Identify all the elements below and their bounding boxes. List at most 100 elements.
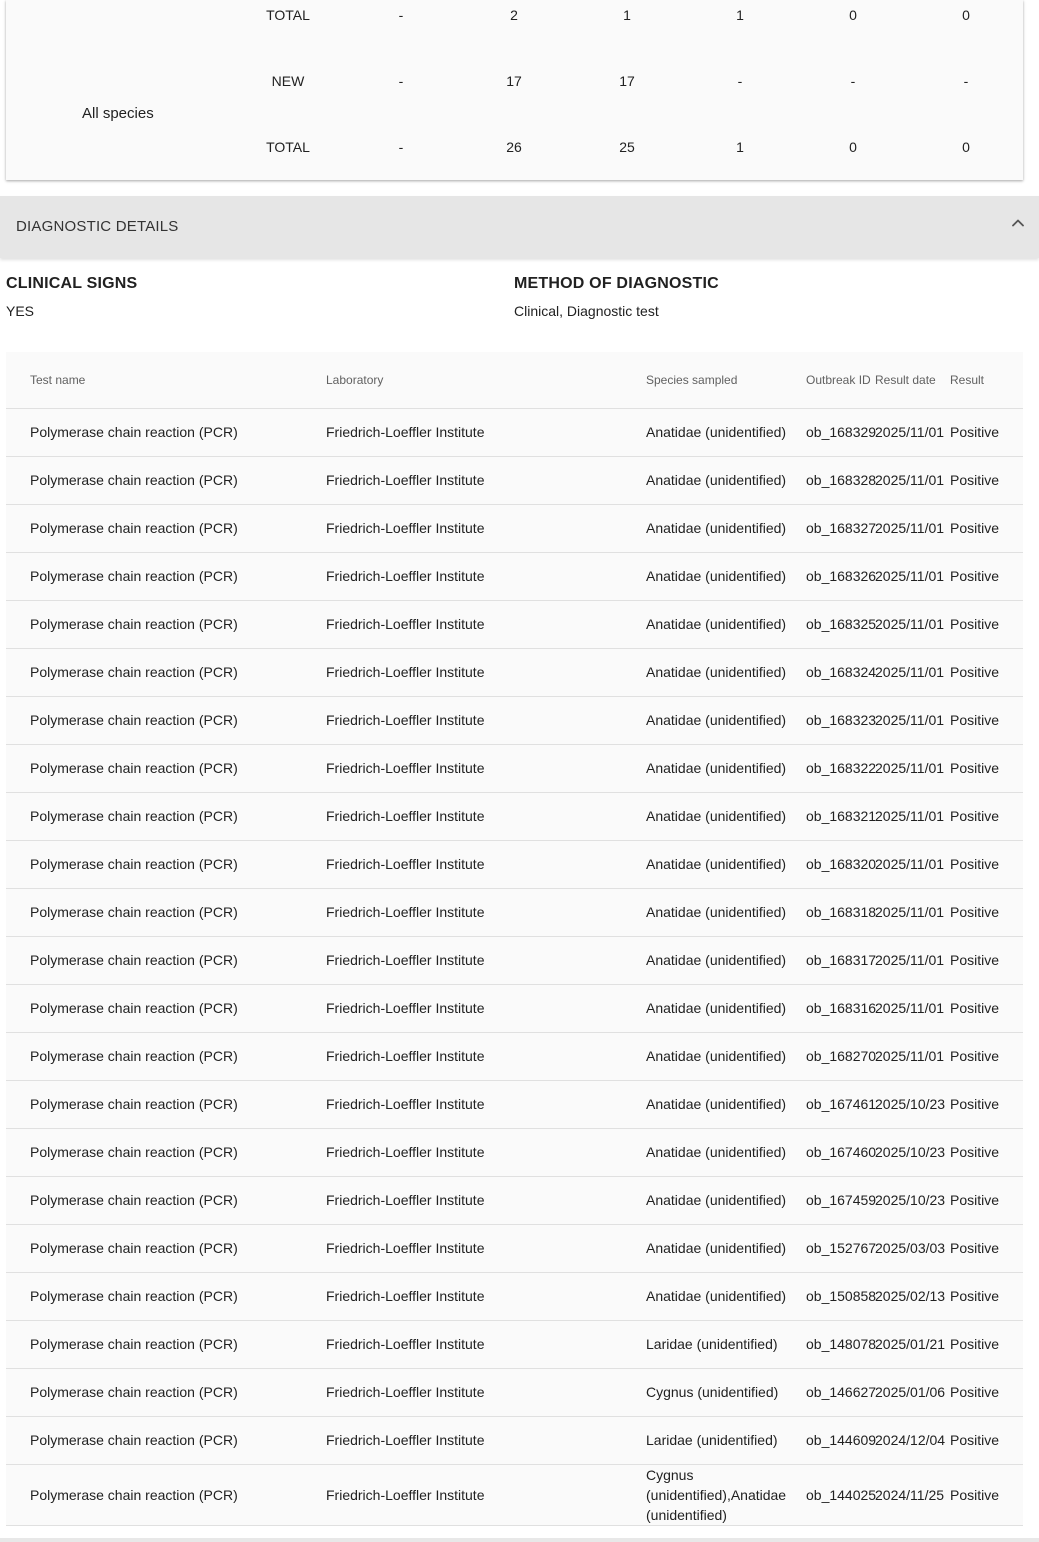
species-cell: Laridae (unidentified)	[646, 1416, 806, 1465]
table-row: Polymerase chain reaction (PCR) Friedric…	[6, 1272, 1023, 1321]
summary-value-cell: 2	[510, 7, 518, 23]
species-cell: Cygnus (unidentified)	[646, 1368, 806, 1417]
result-date-cell: 2024/12/04	[875, 1416, 950, 1465]
laboratory-cell: Friedrich-Loeffler Institute	[326, 984, 646, 1033]
summary-value-cell: 0	[849, 139, 857, 155]
result-date-cell: 2025/11/01	[875, 648, 950, 697]
diagnostic-details-header[interactable]: DIAGNOSTIC DETAILS	[0, 196, 1039, 258]
summary-value-cell: -	[398, 7, 404, 23]
table-row: Polymerase chain reaction (PCR) Friedric…	[6, 936, 1023, 985]
table-row: Polymerase chain reaction (PCR) Friedric…	[6, 456, 1023, 505]
species-cell: Anatidae (unidentified)	[646, 792, 806, 841]
test-name-cell: Polymerase chain reaction (PCR)	[6, 552, 326, 601]
table-row: Polymerase chain reaction (PCR) Friedric…	[6, 1320, 1023, 1369]
test-name-cell: Polymerase chain reaction (PCR)	[6, 984, 326, 1033]
summary-row: NEW - 17 17 - - -	[6, 69, 1023, 93]
result-date-cell: 2025/11/01	[875, 936, 950, 985]
laboratory-cell: Friedrich-Loeffler Institute	[326, 888, 646, 937]
laboratory-cell: Friedrich-Loeffler Institute	[326, 1224, 646, 1273]
result-date-cell: 2025/11/01	[875, 504, 950, 553]
test-name-cell: Polymerase chain reaction (PCR)	[6, 1320, 326, 1369]
species-cell: Anatidae (unidentified)	[646, 1080, 806, 1129]
result-cell: Positive	[950, 456, 1023, 505]
result-cell: Positive	[950, 1464, 1023, 1526]
table-row: Polymerase chain reaction (PCR) Friedric…	[6, 1464, 1023, 1526]
outbreak-id-cell: ob_167459	[806, 1176, 876, 1225]
column-header-result-date[interactable]: Result date	[875, 352, 950, 409]
result-cell: Positive	[950, 984, 1023, 1033]
outbreak-id-cell: ob_168326	[806, 552, 876, 601]
column-header-test-name[interactable]: Test name	[6, 352, 326, 409]
outbreak-id-cell: ob_146627	[806, 1368, 876, 1417]
species-cell: Anatidae (unidentified)	[646, 600, 806, 649]
test-name-cell: Polymerase chain reaction (PCR)	[6, 744, 326, 793]
result-cell: Positive	[950, 888, 1023, 937]
column-header-species-sampled[interactable]: Species sampled	[646, 352, 806, 409]
species-cell: Anatidae (unidentified)	[646, 1032, 806, 1081]
result-date-cell: 2025/11/01	[875, 792, 950, 841]
species-cell: Cygnus (unidentified),Anatidae (unidenti…	[646, 1464, 806, 1526]
laboratory-cell: Friedrich-Loeffler Institute	[326, 1176, 646, 1225]
result-date-cell: 2025/11/01	[875, 408, 950, 457]
result-cell: Positive	[950, 600, 1023, 649]
summary-row: TOTAL - 2 1 1 0 0	[6, 3, 1023, 27]
summary-value-cell: -	[963, 73, 969, 89]
column-header-result[interactable]: Result	[950, 352, 1023, 409]
outbreak-id-cell: ob_168321	[806, 792, 876, 841]
outbreak-id-cell: ob_144025	[806, 1464, 876, 1526]
table-row: Polymerase chain reaction (PCR) Friedric…	[6, 1176, 1023, 1225]
section-divider	[0, 1538, 1039, 1542]
table-row: Polymerase chain reaction (PCR) Friedric…	[6, 1128, 1023, 1177]
table-row: Polymerase chain reaction (PCR) Friedric…	[6, 696, 1023, 745]
summary-value-cell: -	[398, 139, 404, 155]
result-date-cell: 2025/02/13	[875, 1272, 950, 1321]
laboratory-cell: Friedrich-Loeffler Institute	[326, 1464, 646, 1526]
result-date-cell: 2025/10/23	[875, 1176, 950, 1225]
test-name-cell: Polymerase chain reaction (PCR)	[6, 1272, 326, 1321]
table-row: Polymerase chain reaction (PCR) Friedric…	[6, 648, 1023, 697]
laboratory-cell: Friedrich-Loeffler Institute	[326, 1128, 646, 1177]
result-cell: Positive	[950, 1128, 1023, 1177]
laboratory-cell: Friedrich-Loeffler Institute	[326, 840, 646, 889]
clinical-signs-label: CLINICAL SIGNS	[6, 275, 138, 292]
table-row: Polymerase chain reaction (PCR) Friedric…	[6, 504, 1023, 553]
summary-value-cell: 1	[736, 7, 744, 23]
test-name-cell: Polymerase chain reaction (PCR)	[6, 504, 326, 553]
summary-value-cell: 0	[962, 139, 970, 155]
table-row: Polymerase chain reaction (PCR) Friedric…	[6, 888, 1023, 937]
species-cell: Laridae (unidentified)	[646, 1320, 806, 1369]
chevron-up-icon[interactable]	[1011, 216, 1025, 230]
result-date-cell: 2025/11/01	[875, 600, 950, 649]
laboratory-cell: Friedrich-Loeffler Institute	[326, 456, 646, 505]
laboratory-cell: Friedrich-Loeffler Institute	[326, 552, 646, 601]
result-cell: Positive	[950, 744, 1023, 793]
species-cell: Anatidae (unidentified)	[646, 888, 806, 937]
table-row: Polymerase chain reaction (PCR) Friedric…	[6, 1416, 1023, 1465]
test-name-cell: Polymerase chain reaction (PCR)	[6, 696, 326, 745]
table-row: Polymerase chain reaction (PCR) Friedric…	[6, 600, 1023, 649]
test-name-cell: Polymerase chain reaction (PCR)	[6, 1464, 326, 1526]
test-name-cell: Polymerase chain reaction (PCR)	[6, 792, 326, 841]
result-date-cell: 2024/11/25	[875, 1464, 950, 1526]
result-cell: Positive	[950, 648, 1023, 697]
outbreak-id-cell: ob_168323	[806, 696, 876, 745]
test-name-cell: Polymerase chain reaction (PCR)	[6, 1176, 326, 1225]
outbreak-id-cell: ob_150858	[806, 1272, 876, 1321]
result-cell: Positive	[950, 408, 1023, 457]
summary-value-cell: 17	[506, 73, 522, 89]
laboratory-cell: Friedrich-Loeffler Institute	[326, 792, 646, 841]
species-cell: Anatidae (unidentified)	[646, 1176, 806, 1225]
table-row: Polymerase chain reaction (PCR) Friedric…	[6, 552, 1023, 601]
species-cell: Anatidae (unidentified)	[646, 744, 806, 793]
method-of-diagnostic-label: METHOD OF DIAGNOSTIC	[514, 275, 719, 292]
outbreak-id-cell: ob_168316	[806, 984, 876, 1033]
result-cell: Positive	[950, 840, 1023, 889]
summary-value-cell: 25	[619, 139, 635, 155]
species-cell: Anatidae (unidentified)	[646, 696, 806, 745]
outbreak-id-cell: ob_168318	[806, 888, 876, 937]
result-cell: Positive	[950, 1320, 1023, 1369]
column-header-laboratory[interactable]: Laboratory	[326, 352, 646, 409]
laboratory-cell: Friedrich-Loeffler Institute	[326, 600, 646, 649]
column-header-outbreak-id[interactable]: Outbreak ID	[806, 352, 875, 409]
summary-value-cell: 1	[736, 139, 744, 155]
